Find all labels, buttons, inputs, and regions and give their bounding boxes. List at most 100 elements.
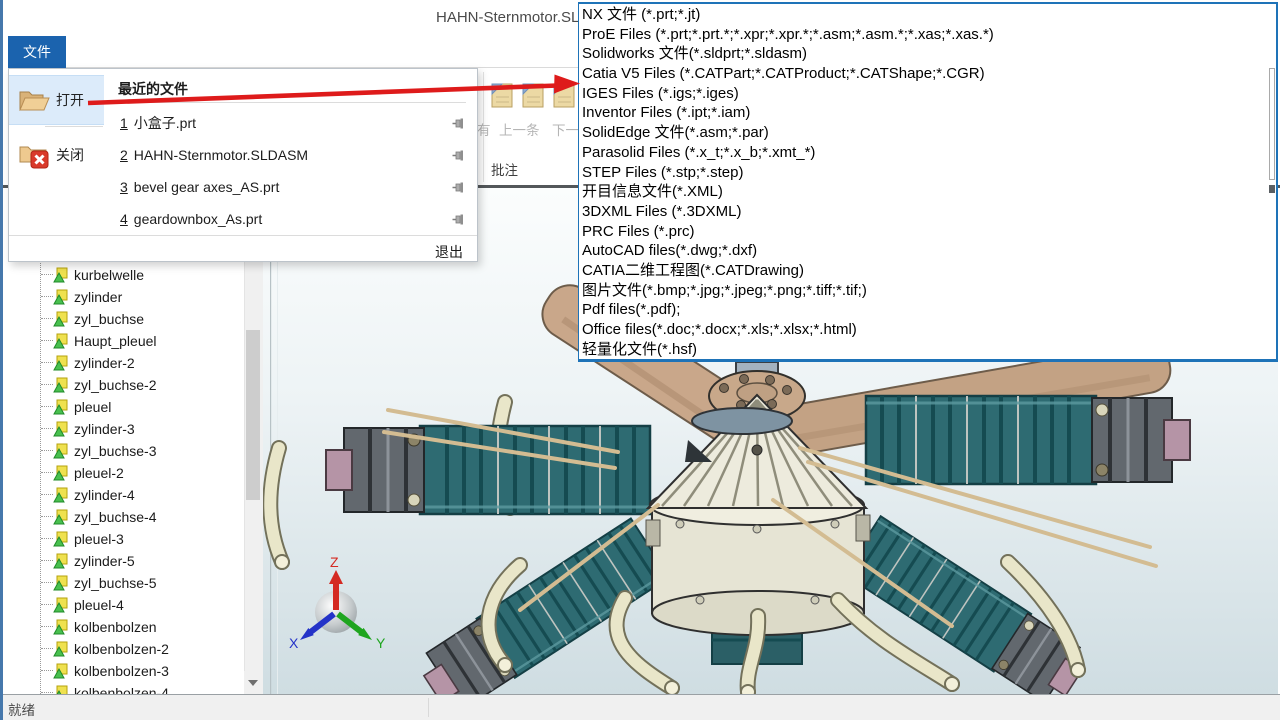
tree-scroll-down-button[interactable] (244, 671, 262, 694)
part-icon (53, 333, 69, 349)
format-option[interactable]: 开目信息文件(*.XML) (582, 182, 1276, 202)
format-option[interactable]: IGES Files (*.igs;*.iges) (582, 84, 1276, 104)
tree-connector (41, 538, 53, 540)
part-icon (53, 531, 69, 547)
format-option[interactable]: SolidEdge 文件(*.asm;*.par) (582, 123, 1276, 143)
cylinder-right[interactable] (866, 396, 1190, 484)
recent-file-accelerator: 3 (120, 179, 128, 195)
part-icon (53, 641, 69, 657)
pin-icon[interactable] (452, 149, 465, 162)
exit-button[interactable]: 退出 (435, 242, 463, 262)
recent-file-item[interactable]: 2 HAHN-Sternmotor.SLDASM (104, 139, 477, 171)
tree-item-label: Haupt_pleuel (74, 333, 157, 349)
tree-connector (41, 604, 53, 606)
annotation-note-icon[interactable] (489, 78, 515, 110)
format-option[interactable]: CATIA二维工程图(*.CATDrawing) (582, 261, 1276, 281)
tree-item[interactable]: zylinder-5 (4, 550, 244, 572)
part-icon (53, 355, 69, 371)
format-option[interactable]: 轻量化文件(*.hsf) (582, 340, 1276, 360)
model-tree: kurbelwelle zylinder zyl_buchse (4, 188, 244, 694)
tree-item[interactable]: Haupt_pleuel (4, 330, 244, 352)
tree-item[interactable]: kurbelwelle (4, 264, 244, 286)
format-option[interactable]: STEP Files (*.stp;*.step) (582, 163, 1276, 183)
part-icon (53, 487, 69, 503)
tree-item[interactable]: kolbenbolzen (4, 616, 244, 638)
format-option[interactable]: 图片文件(*.bmp;*.jpg;*.jpeg;*.png;*.tiff;*.t… (582, 281, 1276, 301)
pin-icon[interactable] (452, 213, 465, 226)
pin-icon[interactable] (452, 117, 465, 130)
open-folder-icon (16, 85, 52, 115)
tree-connector (41, 296, 53, 298)
open-menu-item[interactable]: 打开 (9, 75, 104, 125)
tree-connector (41, 670, 53, 672)
tree-item-label: zyl_buchse-2 (74, 377, 157, 393)
window-title: HAHN-Sternmotor.SL (436, 9, 579, 26)
tree-item-label: zylinder-3 (74, 421, 135, 437)
tree-item[interactable]: zyl_buchse-2 (4, 374, 244, 396)
format-option[interactable]: Solidworks 文件(*.sldprt;*.sldasm) (582, 44, 1276, 64)
cylinder-left[interactable] (326, 426, 650, 514)
tree-connector (41, 340, 53, 342)
tree-item[interactable]: pleuel (4, 396, 244, 418)
format-option[interactable]: Pdf files(*.pdf); (582, 300, 1276, 320)
tree-connector (41, 450, 53, 452)
tree-item[interactable]: kolbenbolzen-2 (4, 638, 244, 660)
tree-item[interactable]: zyl_buchse-3 (4, 440, 244, 462)
format-option[interactable]: NX 文件 (*.prt;*.jt) (582, 5, 1276, 25)
tree-item[interactable]: kolbenbolzen-3 (4, 660, 244, 682)
pin-icon[interactable] (452, 181, 465, 194)
tree-item[interactable]: zyl_buchse-4 (4, 506, 244, 528)
tree-item-label: zylinder-4 (74, 487, 135, 503)
axis-y-label: Y (376, 635, 386, 651)
tree-connector (41, 626, 53, 628)
recent-file-name: bevel gear axes_AS.prt (134, 179, 280, 195)
format-option[interactable]: Catia V5 Files (*.CATPart;*.CATProduct;*… (582, 64, 1276, 84)
format-option[interactable]: Inventor Files (*.ipt;*.iam) (582, 103, 1276, 123)
format-option[interactable]: PRC Files (*.prc) (582, 222, 1276, 242)
part-icon (53, 377, 69, 393)
ribbon-nav-prev[interactable]: 上一条 (499, 119, 540, 139)
annotation-note-icon[interactable] (551, 78, 577, 110)
part-icon (53, 509, 69, 525)
tree-item-label: zyl_buchse-4 (74, 509, 157, 525)
recent-file-name: 小盒子.prt (134, 113, 196, 133)
dropdown-scrollbar-thumb[interactable] (1269, 68, 1275, 180)
tab-file[interactable]: 文件 (8, 36, 66, 68)
orientation-triad[interactable]: Z X Y (289, 554, 386, 651)
tree-item[interactable]: pleuel-3 (4, 528, 244, 550)
format-option[interactable]: Parasolid Files (*.x_t;*.x_b;*.xmt_*) (582, 143, 1276, 163)
recent-file-accelerator: 4 (120, 211, 128, 227)
window-left-border (0, 0, 3, 720)
tree-item[interactable]: zyl_buchse (4, 308, 244, 330)
format-option[interactable]: Office files(*.doc;*.docx;*.xls;*.xlsx;*… (582, 320, 1276, 340)
tree-item[interactable]: zylinder (4, 286, 244, 308)
part-icon (53, 663, 69, 679)
recent-file-item[interactable]: 1 小盒子.prt (104, 107, 477, 139)
tree-item[interactable]: zylinder-2 (4, 352, 244, 374)
ribbon-nav-next[interactable]: 下一 (552, 119, 579, 139)
tree-item-label: zylinder (74, 289, 122, 305)
part-icon (53, 443, 69, 459)
tree-item[interactable]: pleuel-4 (4, 594, 244, 616)
annotation-note-icon[interactable] (520, 78, 546, 110)
format-option[interactable]: AutoCAD files(*.dwg;*.dxf) (582, 241, 1276, 261)
part-icon (53, 553, 69, 569)
tree-item[interactable]: pleuel-2 (4, 462, 244, 484)
tree-item-label: zyl_buchse (74, 311, 144, 327)
tree-item[interactable]: kolbenbolzen-4 (4, 682, 244, 694)
tree-scrollbar-thumb[interactable] (246, 330, 260, 500)
recent-file-item[interactable]: 3 bevel gear axes_AS.prt (104, 171, 477, 203)
tree-item[interactable]: zylinder-3 (4, 418, 244, 440)
tree-item-label: kolbenbolzen-4 (74, 685, 169, 694)
tree-item[interactable]: zyl_buchse-5 (4, 572, 244, 594)
tree-item[interactable]: zylinder-4 (4, 484, 244, 506)
tree-connector (41, 560, 53, 562)
status-bar-divider (428, 698, 429, 717)
close-menu-item[interactable]: 关闭 (9, 129, 104, 181)
format-option[interactable]: 3DXML Files (*.3DXML) (582, 202, 1276, 222)
recent-file-accelerator: 1 (120, 115, 128, 131)
ribbon-nav-label[interactable]: 有 (477, 119, 491, 139)
status-text: 就绪 (8, 699, 35, 719)
format-option[interactable]: ProE Files (*.prt;*.prt.*;*.xpr;*.xpr.*;… (582, 25, 1276, 45)
recent-file-item[interactable]: 4 geardownbox_As.prt (104, 203, 477, 235)
